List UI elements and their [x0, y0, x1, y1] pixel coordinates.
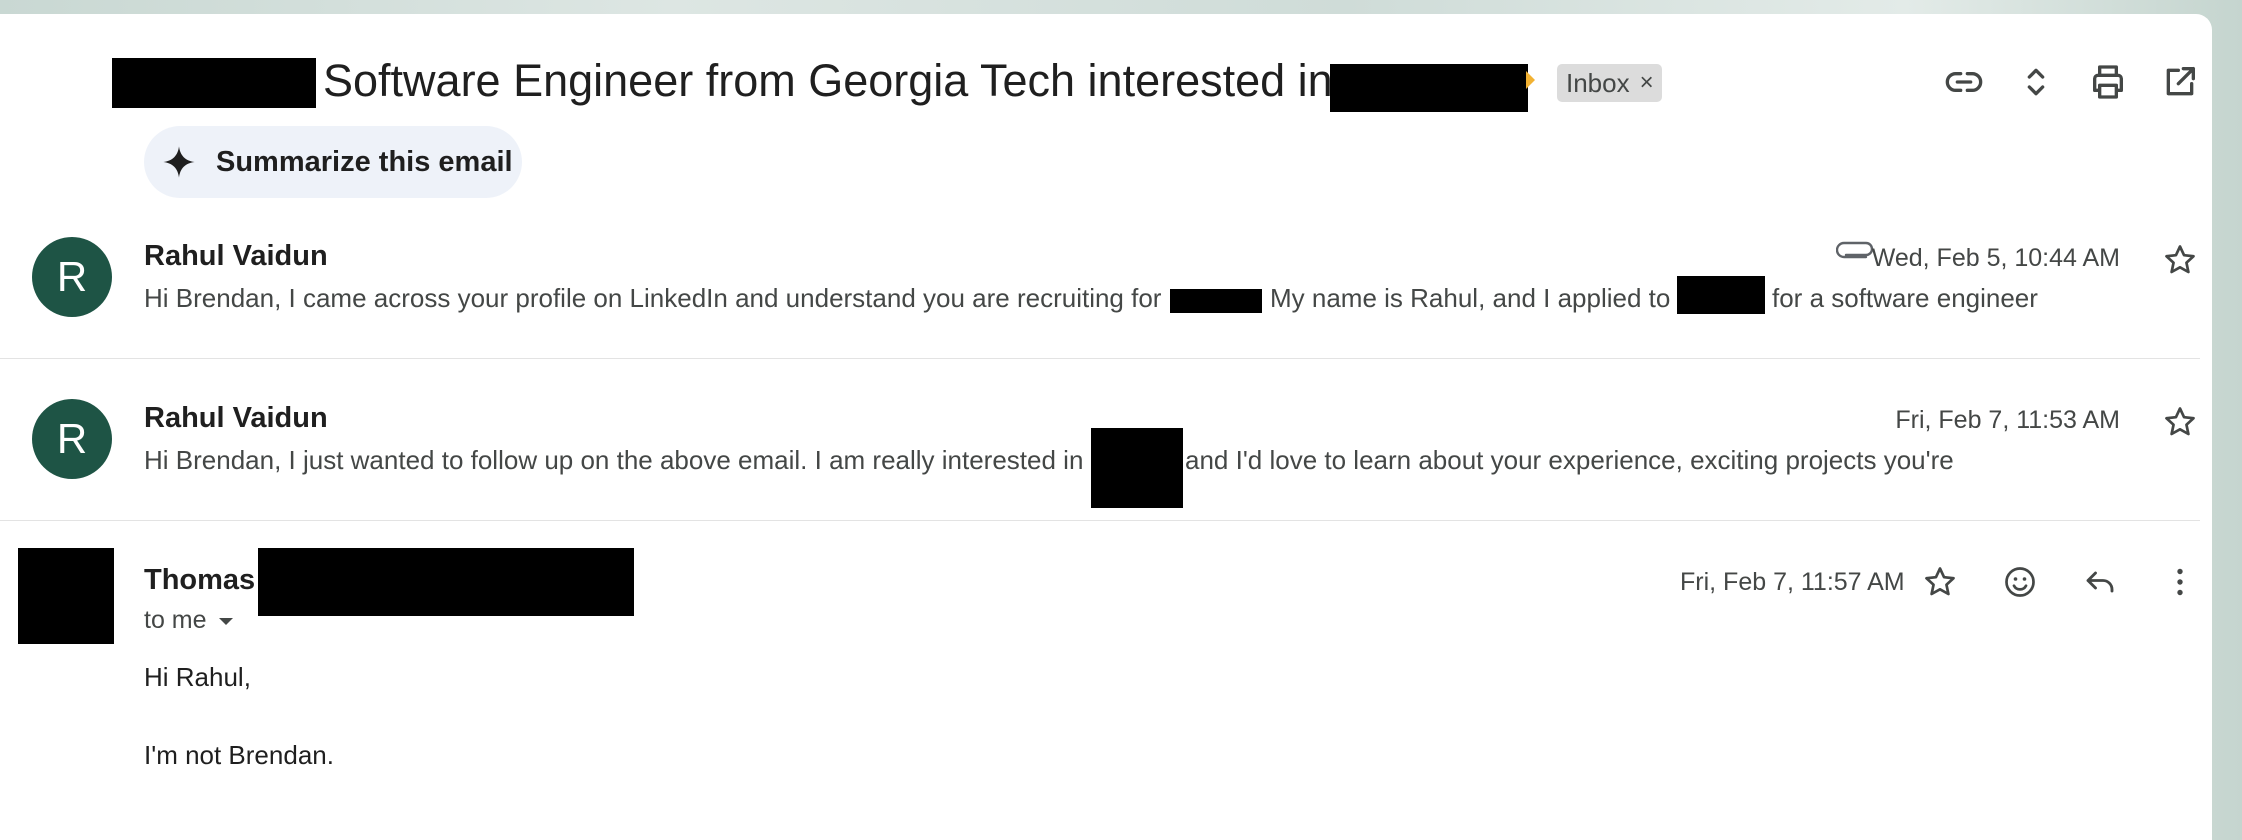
message-snippet: Hi Brendan, I came across your profile o… [144, 283, 1162, 313]
sender-name: Rahul Vaidun [144, 240, 328, 272]
reply-icon[interactable] [2078, 560, 2122, 604]
expand-collapse-icon[interactable] [2012, 58, 2060, 106]
dropdown-arrow-icon [218, 617, 233, 625]
redacted-block [1677, 276, 1765, 314]
star-icon[interactable] [2158, 238, 2202, 282]
redacted-block [1091, 428, 1183, 508]
attachment-icon [1836, 241, 1874, 259]
redacted-block [258, 548, 634, 616]
inbox-label-text: Inbox [1566, 68, 1630, 98]
avatar: R [32, 399, 112, 479]
summarize-email-button[interactable]: Summarize this email [144, 126, 522, 198]
message-snippet: Hi Brendan, I just wanted to follow up o… [144, 445, 1084, 475]
message-body-line: I'm not Brendan. [144, 740, 334, 770]
important-marker-icon[interactable] [1526, 71, 1535, 89]
message-date: Fri, Feb 7, 11:53 AM [1895, 406, 2120, 434]
redacted-block [1330, 64, 1528, 112]
summarize-email-label: Summarize this email [216, 145, 513, 178]
avatar: R [32, 237, 112, 317]
message-snippet: for a software engineer [1772, 283, 2038, 313]
message-snippet: My name is Rahul, and I applied to [1270, 283, 1671, 313]
add-reaction-icon[interactable] [1998, 560, 2042, 604]
avatar [18, 548, 114, 644]
divider [0, 358, 2200, 359]
star-icon[interactable] [1918, 560, 1962, 604]
link-icon[interactable] [1940, 58, 1988, 106]
collapsed-message[interactable]: R Rahul Vaidun Hi Brendan, I came across… [0, 232, 2200, 358]
sender-name[interactable]: Thomas [144, 564, 255, 597]
more-options-icon[interactable] [2158, 560, 2202, 604]
redacted-block [1170, 289, 1262, 313]
open-in-new-window-icon[interactable] [2156, 58, 2204, 106]
message-body-line: Hi Rahul, [144, 662, 251, 692]
redacted-block [112, 58, 316, 108]
print-icon[interactable] [2084, 58, 2132, 106]
collapsed-message[interactable]: R Rahul Vaidun Hi Brendan, I just wanted… [0, 394, 2200, 520]
star-icon[interactable] [2158, 400, 2202, 444]
remove-label-icon[interactable]: × [1640, 64, 1654, 102]
divider [0, 520, 2200, 521]
recipient-details-toggle[interactable]: to me [144, 606, 235, 635]
email-subject: Software Engineer from Georgia Tech inte… [323, 55, 1333, 106]
sparkle-icon [163, 146, 195, 178]
inbox-label[interactable]: Inbox × [1557, 64, 1662, 102]
recipient-label: to me [144, 606, 207, 634]
sender-name: Rahul Vaidun [144, 402, 328, 434]
message-date: Fri, Feb 7, 11:57 AM [1680, 568, 1905, 596]
message-date: Wed, Feb 5, 10:44 AM [1871, 244, 2120, 272]
message-snippet: and I'd love to learn about your experie… [1185, 445, 1954, 475]
